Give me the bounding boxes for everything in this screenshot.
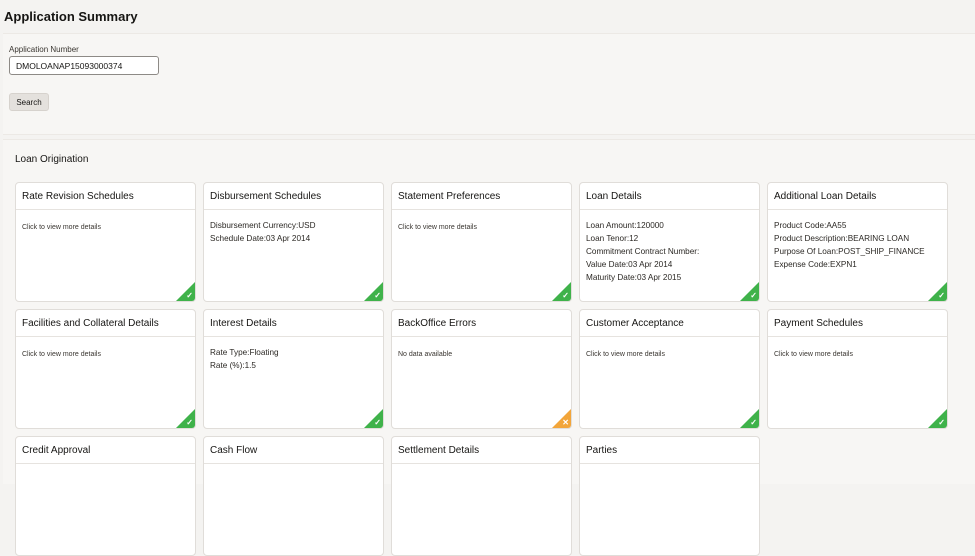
summary-card[interactable]: Cash Flow: [203, 436, 384, 556]
summary-card[interactable]: Settlement Details: [391, 436, 572, 556]
card-detail-line: Loan Tenor:12: [586, 234, 639, 243]
card-detail-line: Click to view more details: [586, 351, 665, 358]
check-mark-icon: ✓: [374, 418, 381, 427]
card-body: Click to view more details: [580, 337, 759, 360]
card-detail-line: Expense Code:EXPN1: [774, 260, 857, 269]
card-body: Click to view more details: [768, 337, 947, 360]
card-title: Loan Details: [580, 183, 759, 210]
page-title: Application Summary: [4, 9, 138, 24]
card-body: Click to view more details: [16, 210, 195, 233]
summary-card-grid: Rate Revision Schedules Click to view mor…: [15, 182, 948, 556]
card-title: Facilities and Collateral Details: [16, 310, 195, 337]
summary-card[interactable]: BackOffice Errors No data available ✕: [391, 309, 572, 429]
card-detail-line: Rate Type:Floating: [210, 348, 279, 357]
card-body: Loan Amount:120000 Loan Tenor:12 Commitmen…: [580, 210, 759, 284]
card-title: Settlement Details: [392, 437, 571, 464]
card-title: BackOffice Errors: [392, 310, 571, 337]
summary-card[interactable]: Interest Details Rate Type:Floating Rate (…: [203, 309, 384, 429]
card-title: Payment Schedules: [768, 310, 947, 337]
search-button[interactable]: Search: [9, 93, 49, 111]
summary-card[interactable]: Parties: [579, 436, 760, 556]
summary-card[interactable]: Credit Approval: [15, 436, 196, 556]
check-mark-icon: ✓: [938, 291, 945, 300]
card-body: No data available: [392, 337, 571, 360]
card-detail-line: Click to view more details: [22, 351, 101, 358]
card-detail-line: Click to view more details: [398, 224, 477, 231]
card-title: Parties: [580, 437, 759, 464]
card-title: Disbursement Schedules: [204, 183, 383, 210]
check-mark-icon: ✓: [374, 291, 381, 300]
cross-mark-icon: ✕: [562, 418, 569, 427]
summary-card[interactable]: Customer Acceptance Click to view more de…: [579, 309, 760, 429]
check-mark-icon: ✓: [750, 418, 757, 427]
card-detail-line: Click to view more details: [22, 224, 101, 231]
card-title: Rate Revision Schedules: [16, 183, 195, 210]
check-mark-icon: ✓: [186, 418, 193, 427]
card-detail-line: Product Description:BEARING LOAN: [774, 234, 910, 243]
summary-card[interactable]: Disbursement Schedules Disbursement Curre…: [203, 182, 384, 302]
card-detail-line: Disbursement Currency:USD: [210, 221, 316, 230]
summary-card[interactable]: Additional Loan Details Product Code:AA55…: [767, 182, 948, 302]
card-detail-line: Product Code:AA55: [774, 221, 847, 230]
card-detail-line: Loan Amount:120000: [586, 221, 664, 230]
card-body: Rate Type:Floating Rate (%):1.5: [204, 337, 383, 372]
card-title: Customer Acceptance: [580, 310, 759, 337]
summary-card[interactable]: Rate Revision Schedules Click to view mor…: [15, 182, 196, 302]
card-detail-line: Click to view more details: [774, 351, 853, 358]
card-detail-line: Rate (%):1.5: [210, 361, 256, 370]
card-body: Click to view more details: [16, 337, 195, 360]
card-title: Credit Approval: [16, 437, 195, 464]
card-detail-line: Commitment Contract Number:: [586, 247, 700, 256]
card-title: Interest Details: [204, 310, 383, 337]
card-detail-line: No data available: [398, 351, 453, 358]
card-title: Additional Loan Details: [768, 183, 947, 210]
summary-card[interactable]: Facilities and Collateral Details Click t…: [15, 309, 196, 429]
card-body: Click to view more details: [392, 210, 571, 233]
summary-card[interactable]: Payment Schedules Click to view more deta…: [767, 309, 948, 429]
summary-card[interactable]: Statement Preferences Click to view more …: [391, 182, 572, 302]
summary-card[interactable]: Loan Details Loan Amount:120000 Loan Tenor…: [579, 182, 760, 302]
check-mark-icon: ✓: [186, 291, 193, 300]
card-detail-line: Purpose Of Loan:POST_SHIP_FINANCE: [774, 247, 925, 256]
section-title: Loan Origination: [15, 154, 89, 165]
card-title: Cash Flow: [204, 437, 383, 464]
card-detail-line: Schedule Date:03 Apr 2014: [210, 234, 311, 243]
search-panel: Application Number Search: [3, 33, 975, 135]
card-detail-line: Value Date:03 Apr 2014: [586, 260, 673, 269]
application-number-input[interactable]: [9, 56, 159, 75]
application-number-label: Application Number: [9, 45, 79, 54]
card-title: Statement Preferences: [392, 183, 571, 210]
check-mark-icon: ✓: [750, 291, 757, 300]
card-body: Disbursement Currency:USD Schedule Date:0…: [204, 210, 383, 245]
check-mark-icon: ✓: [562, 291, 569, 300]
card-detail-line: Maturity Date:03 Apr 2015: [586, 273, 682, 282]
loan-origination-panel: Loan Origination Rate Revision Schedules…: [3, 139, 975, 556]
check-mark-icon: ✓: [938, 418, 945, 427]
card-body: Product Code:AA55 Product Description:BEA…: [768, 210, 947, 271]
